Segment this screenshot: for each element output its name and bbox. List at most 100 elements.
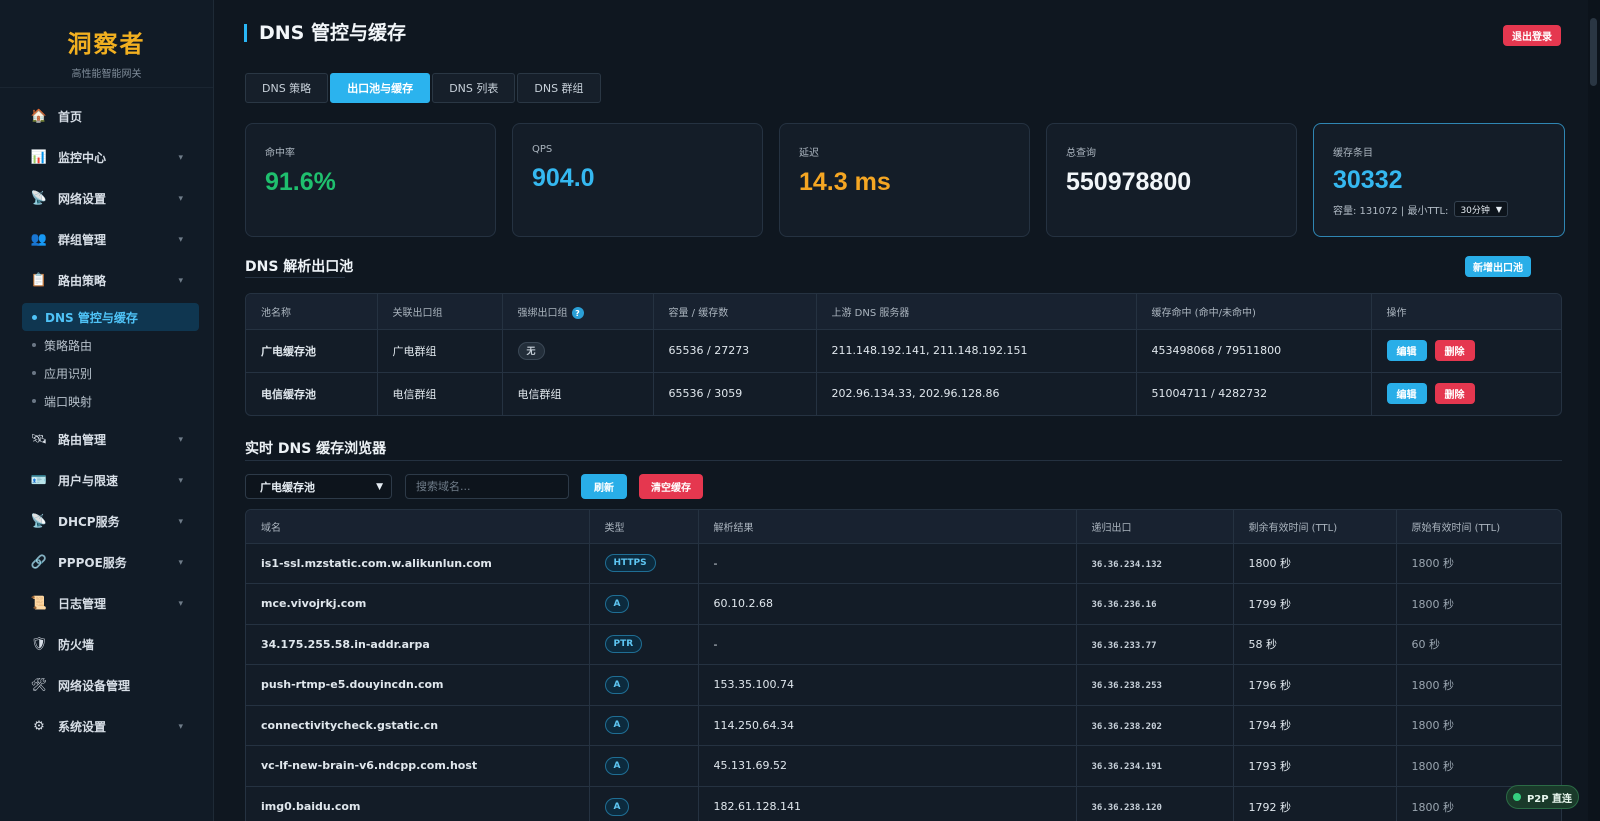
satellite-icon: 📡 (30, 514, 48, 529)
sidebar-item[interactable]: 🛠 网络设备管理 (0, 665, 213, 706)
cache-ttl-original: 1800 秒 (1396, 705, 1561, 746)
sidebar-item[interactable]: 👥 群组管理 ▾ (0, 219, 213, 260)
sidebar-item[interactable]: 📊 监控中心 ▾ (0, 137, 213, 178)
sidebar-subitem[interactable]: 端口映射 (22, 387, 199, 415)
cache-result: - (698, 543, 1077, 584)
sidebar-item[interactable]: 🛰 路由管理 ▾ (0, 419, 213, 460)
tab-item[interactable]: 出口池与缓存 (330, 73, 431, 103)
p2p-label: P2P 直连 (1526, 793, 1573, 805)
page-title: DNS 管控与缓存 (244, 24, 406, 43)
edit-button[interactable]: 编辑 (1386, 340, 1427, 361)
sidebar-item[interactable]: 📡 网络设置 ▾ (0, 178, 213, 219)
stats-cards: 命中率 91.6% QPS 904.0 延迟 14.3 ms 总查询 55097… (245, 123, 1565, 237)
stat-card-hit-rate: 命中率 91.6% (245, 123, 496, 237)
cache-type-cell: A (589, 664, 699, 706)
sidebar-item-label: 监控中心 (58, 151, 107, 165)
gear-icon: ⚙ (33, 719, 45, 734)
bullet-icon (32, 314, 37, 320)
p2p-status-badge[interactable]: P2P 直连 (1506, 785, 1579, 809)
sidebar-submenu: DNS 管控与缓存 策略路由 应用识别端口映射 (0, 301, 213, 419)
add-pool-button[interactable]: 新增出口池 (1465, 256, 1531, 277)
pool-capacity: 65536 / 3059 (653, 372, 817, 415)
user-card-icon: 🪪 (30, 473, 48, 488)
cache-egress: 36.36.238.120 (1091, 803, 1162, 813)
column-header: 强绑出口组? (502, 294, 654, 330)
cache-type-cell: HTTPS (589, 543, 699, 584)
page-scrollbar[interactable] (1588, 0, 1600, 821)
tab-item[interactable]: DNS 列表 (432, 73, 516, 103)
sidebar-item[interactable]: 📜 日志管理 ▾ (0, 583, 213, 624)
sidebar-item[interactable]: 🔗 PPPOE服务 ▾ (0, 542, 213, 583)
cache-egress: 36.36.238.202 (1091, 721, 1162, 732)
sidebar-item[interactable]: 📋 路由策略 ▾ (0, 260, 213, 301)
sidebar-nav: 🏠 首页 📊 监控中心 ▾ 📡 网络设置 ▾ 👥 群组管理 ▾ 📋 路由策略 ▾ DNS 管控与缓存 策略路由… (0, 88, 213, 747)
tab-item[interactable]: DNS 策略 (245, 73, 329, 103)
column-header: 原始有效时间 (TTL) (1396, 510, 1561, 544)
main-content: DNS 管控与缓存 退出登录 DNS 策略 出口池与缓存 DNS 列表 DNS 群组 … (214, 0, 1600, 821)
sidebar-subitem[interactable]: 应用识别 (22, 359, 199, 387)
table-row: 电信缓存池 电信群组 电信群组 65536 / 3059 202.96.134.33, … (246, 372, 1561, 415)
pool-select[interactable]: 广电缓存池 ▼ (245, 474, 392, 499)
chevron-down-icon: ▾ (178, 557, 183, 568)
sidebar-subitem-label: 端口映射 (44, 394, 93, 409)
table-row: img0.baidu.com A 182.61.128.141 36.36.238.1… (246, 786, 1561, 821)
cache-type-cell: A (589, 786, 699, 821)
table-row: push-rtmp-e5.douyincdn.com A 153.35.100.74… (246, 664, 1561, 706)
column-header: 缓存命中 (命中/未命中) (1136, 294, 1372, 330)
scroll-icon: 📜 (30, 596, 48, 611)
table-row: is1-ssl.mzstatic.com.w.alikunlun.com HTTP… (246, 543, 1561, 584)
cache-type-cell: A (589, 745, 699, 787)
cache-egress: 36.36.234.132 (1091, 559, 1162, 570)
action-buttons: 编辑 删除 (1386, 340, 1562, 361)
pool-select-value: 广电缓存池 (260, 480, 315, 494)
cache-ttl-remaining: 1792 秒 (1233, 786, 1397, 821)
scrollbar-thumb[interactable] (1590, 18, 1597, 86)
sidebar-item-label: 群组管理 (58, 233, 107, 247)
stat-label: 缓存条目 (1333, 148, 1373, 159)
logout-button[interactable]: 退出登录 (1503, 25, 1561, 46)
cache-egress: 36.36.236.16 (1091, 600, 1157, 611)
cache-domain: is1-ssl.mzstatic.com.w.alikunlun.com (246, 543, 590, 584)
cache-ttl-remaining: 1794 秒 (1233, 705, 1397, 746)
pool-bind: 电信群组 (517, 387, 562, 401)
record-type-badge: A (604, 716, 630, 735)
chevron-down-icon: ▾ (178, 475, 183, 486)
help-icon[interactable]: ? (571, 307, 584, 319)
min-ttl-select[interactable]: 30分钟 ▼ (1454, 201, 1509, 217)
cache-egress-cell: 36.36.234.132 (1076, 543, 1234, 584)
sidebar-subitem[interactable]: DNS 管控与缓存 (22, 303, 199, 331)
sidebar-item[interactable]: ⚙ 系统设置 ▾ (0, 706, 213, 747)
column-header-label: 关联出口组 (392, 307, 443, 319)
sidebar-item[interactable]: 🛡 防火墙 (0, 624, 213, 665)
sidebar-subitem[interactable]: 策略路由 (22, 331, 199, 359)
domain-search-input[interactable] (405, 474, 569, 499)
cache-domain: vc-lf-new-brain-v6.ndcpp.com.host (246, 745, 590, 787)
pool-capacity: 65536 / 27273 (653, 329, 817, 373)
chevron-down-icon: ▼ (376, 481, 383, 492)
action-buttons: 编辑 删除 (1386, 383, 1562, 405)
delete-button[interactable]: 删除 (1434, 383, 1475, 405)
chart-icon: 📊 (30, 150, 48, 165)
delete-button[interactable]: 删除 (1434, 340, 1475, 361)
pool-upstream: 202.96.134.33, 202.96.128.86 (816, 372, 1137, 415)
cache-egress-cell: 36.36.238.202 (1076, 705, 1234, 746)
clear-cache-button[interactable]: 清空缓存 (639, 474, 703, 499)
tab-item[interactable]: DNS 群组 (517, 73, 601, 103)
sidebar-item[interactable]: 🏠 首页 (0, 96, 213, 137)
cache-egress-cell: 36.36.236.16 (1076, 583, 1234, 625)
link-icon: 🔗 (30, 555, 48, 570)
refresh-button[interactable]: 刷新 (581, 474, 627, 499)
column-header: 剩余有效时间 (TTL) (1233, 510, 1397, 544)
stat-label: 总查询 (1066, 148, 1096, 159)
sidebar-item[interactable]: 🪪 用户与限速 ▾ (0, 460, 213, 501)
column-header: 操作 (1371, 294, 1561, 330)
sidebar-item-label: 路由策略 (58, 274, 107, 288)
column-header: 关联出口组 (377, 294, 503, 330)
cache-egress-cell: 36.36.234.191 (1076, 745, 1234, 787)
table-row: vc-lf-new-brain-v6.ndcpp.com.host A 45.131… (246, 745, 1561, 787)
edit-button[interactable]: 编辑 (1386, 383, 1427, 405)
sidebar-item[interactable]: 📡 DHCP服务 ▾ (0, 501, 213, 542)
cache-ttl-original: 60 秒 (1396, 624, 1561, 665)
column-header-label: 上游 DNS 服务器 (831, 307, 910, 319)
status-dot-icon (1512, 793, 1521, 801)
